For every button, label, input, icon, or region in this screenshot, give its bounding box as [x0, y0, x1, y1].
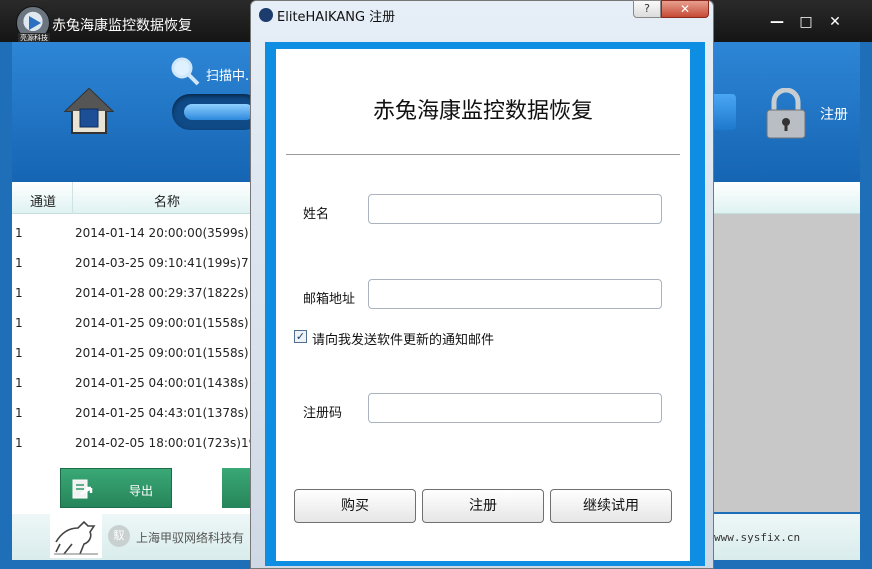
maximize-button[interactable]: □	[796, 14, 816, 30]
help-button[interactable]: ?	[633, 0, 661, 18]
cell-name: 2014-03-25 09:10:41(199s)7	[75, 256, 249, 270]
export-button[interactable]: 导出	[60, 468, 172, 508]
table-row[interactable]: 1 2014-01-25 04:00:01(1438s)13	[12, 368, 264, 398]
name-input[interactable]	[368, 194, 662, 224]
register-link[interactable]: 注册	[820, 104, 848, 124]
cell-channel: 1	[15, 256, 23, 270]
website-link[interactable]: www.sysfix.cn	[714, 531, 800, 544]
dialog-title: EliteHAIKANG 注册	[277, 10, 396, 25]
cell-channel: 1	[15, 286, 23, 300]
table-row[interactable]: 1 2014-01-25 09:00:01(1558s)17	[12, 308, 264, 338]
dialog-close-button[interactable]: ✕	[661, 0, 709, 18]
progress-bar-end	[712, 94, 736, 130]
name-label: 姓名	[303, 207, 330, 222]
cell-channel: 1	[15, 316, 23, 330]
secondary-action-button[interactable]	[222, 468, 250, 508]
cell-name: 2014-01-25 09:00:01(1558s)17	[75, 316, 264, 330]
main-window-title: 赤兔海康监控数据恢复	[52, 18, 192, 34]
update-email-label[interactable]: 请向我发送软件更新的通知邮件	[312, 329, 494, 348]
cell-name: 2014-02-05 18:00:01(723s)19	[75, 436, 257, 450]
continue-trial-button[interactable]: 继续试用	[550, 489, 672, 523]
buy-button[interactable]: 购买	[294, 489, 416, 523]
registration-code-input[interactable]	[368, 393, 662, 423]
lock-icon[interactable]	[764, 88, 808, 140]
preview-area	[712, 214, 860, 512]
email-label: 邮箱地址	[303, 292, 356, 307]
register-button[interactable]: 注册	[422, 489, 544, 523]
column-header-name[interactable]: 名称	[154, 191, 180, 210]
dialog-heading: 赤兔海康监控数据恢复	[372, 99, 593, 124]
minimize-button[interactable]: —	[767, 14, 787, 30]
close-button[interactable]: ✕	[825, 14, 845, 30]
cell-channel: 1	[15, 376, 23, 390]
dialog-app-icon	[259, 8, 273, 22]
file-table: 1 2014-01-14 20:00:00(3599s)10 1 2014-03-2…	[12, 214, 264, 460]
dialog-panel: 赤兔海康监控数据恢复 姓名 邮箱地址 ✓ 请向我发送软件更新的通知邮件 注册码 …	[276, 49, 690, 561]
table-row[interactable]: 1 2014-02-05 18:00:01(723s)19	[12, 428, 256, 458]
heading-divider	[286, 154, 680, 155]
cell-channel: 1	[15, 226, 23, 240]
cell-name: 2014-01-28 00:29:37(1822s)18	[75, 286, 264, 300]
registration-code-label: 注册码	[303, 406, 343, 421]
magnifier-icon	[171, 57, 200, 86]
cell-channel: 1	[15, 346, 23, 360]
register-dialog: EliteHAIKANG 注册 ? ✕ 赤兔海康监控数据恢复 姓名 邮箱地址 ✓…	[250, 0, 714, 569]
cell-channel: 1	[15, 436, 23, 450]
home-icon[interactable]	[64, 87, 114, 135]
export-button-label: 导出	[129, 484, 154, 498]
scan-progress-bar	[172, 94, 262, 130]
cell-name: 2014-01-25 09:00:01(1558s)16	[75, 346, 264, 360]
cell-name: 2014-01-25 04:00:01(1438s)13	[75, 376, 264, 390]
cell-name: 2014-01-14 20:00:00(3599s)10	[75, 226, 264, 240]
cell-name: 2014-01-25 04:43:01(1378s)14	[75, 406, 264, 420]
scan-progress-fill	[184, 104, 254, 120]
column-divider	[72, 182, 73, 214]
company-icon: 馭	[108, 525, 130, 547]
company-name: 上海甲驭网络科技有	[136, 531, 245, 545]
table-row[interactable]: 1 2014-03-25 09:10:41(199s)7	[12, 248, 250, 278]
update-email-checkbox[interactable]: ✓	[294, 330, 307, 343]
dialog-frame: 赤兔海康监控数据恢复 姓名 邮箱地址 ✓ 请向我发送软件更新的通知邮件 注册码 …	[265, 42, 705, 566]
export-icon	[72, 479, 93, 499]
horse-logo-icon	[50, 514, 102, 558]
table-row[interactable]: 1 2014-01-25 04:43:01(1378s)14	[12, 398, 264, 428]
cell-channel: 1	[15, 406, 23, 420]
table-row[interactable]: 1 2014-01-28 00:29:37(1822s)18	[12, 278, 264, 308]
table-row[interactable]: 1 2014-01-14 20:00:00(3599s)10	[12, 218, 264, 248]
column-header-channel[interactable]: 通道	[30, 191, 56, 210]
email-input[interactable]	[368, 279, 662, 309]
table-row[interactable]: 1 2014-01-25 09:00:01(1558s)16	[12, 338, 264, 368]
